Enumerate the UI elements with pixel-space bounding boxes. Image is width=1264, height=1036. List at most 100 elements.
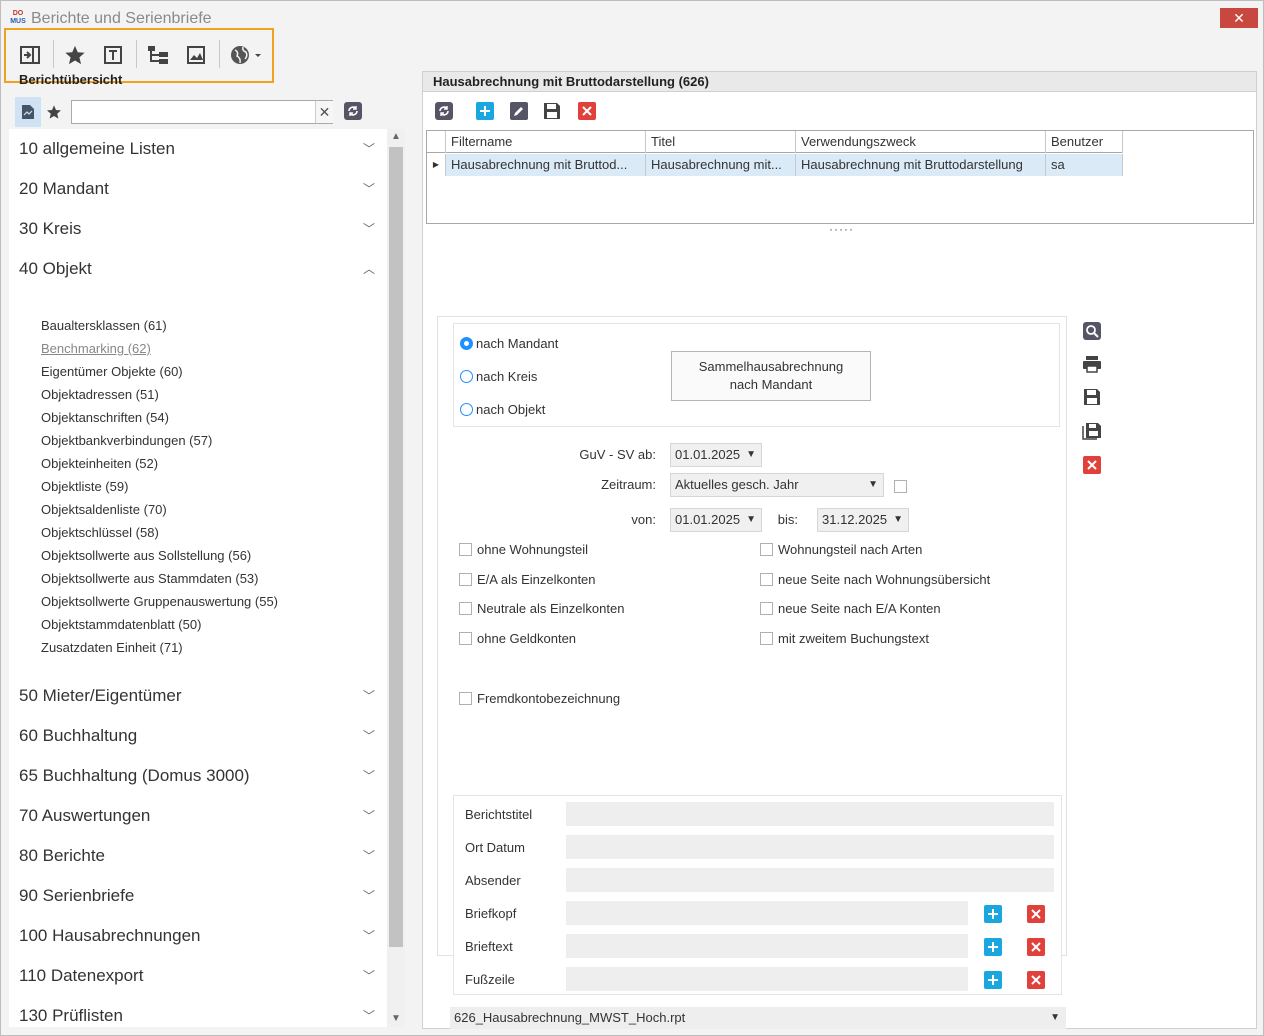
panel-splitter[interactable]: ····· (829, 222, 854, 236)
tree-report-item[interactable]: Objektstammdatenblatt (50) (41, 613, 201, 636)
tree-report-item[interactable]: Eigentümer Objekte (60) (41, 360, 183, 383)
tree-report-item[interactable]: Objektanschriften (54) (41, 406, 169, 429)
radio-icon[interactable] (460, 369, 473, 383)
brieftext-field[interactable] (566, 934, 968, 958)
tree-category[interactable]: 130 Prüflisten ﹀ (19, 996, 379, 1027)
preview-search-icon[interactable] (1081, 320, 1103, 342)
checkbox-ohne-geldkonten[interactable]: ohne Geldkonten (459, 629, 576, 647)
search-clear-icon[interactable]: ✕ (315, 101, 333, 123)
radio-nach-kreis[interactable]: nach Kreis (460, 366, 537, 386)
tree-report-item[interactable]: Baualtersklassen (61) (41, 314, 167, 337)
favorites-tab-icon[interactable] (41, 97, 67, 127)
panel-toggle-icon[interactable] (17, 42, 43, 68)
checkbox-fremdkonto[interactable]: Fremdkontobezeichnung (459, 689, 620, 707)
scroll-thumb[interactable] (389, 147, 403, 947)
tree-report-item[interactable]: Objektbankverbindungen (57) (41, 429, 212, 452)
grid-column-header[interactable]: Titel (646, 131, 796, 153)
favorite-star-icon[interactable] (62, 42, 88, 68)
tree-report-item[interactable]: Objektsollwerte aus Stammdaten (53) (41, 567, 258, 590)
tree-structure-icon[interactable] (145, 42, 171, 68)
tree-category[interactable]: 90 Serienbriefe ﹀ (19, 876, 379, 916)
tree-report-item[interactable]: Zusatzdaten Einheit (71) (41, 636, 183, 659)
tree-report-item[interactable]: Objektsollwerte aus Sollstellung (56) (41, 544, 251, 567)
delete-icon[interactable] (1081, 454, 1103, 476)
sammelhausabrechnung-button[interactable]: Sammelhausabrechnung nach Mandant (671, 351, 871, 401)
checkbox-zweiter-buchungstext[interactable]: mit zweitem Buchungstext (760, 629, 929, 647)
chevron-down-icon[interactable]: ﹀ (359, 129, 379, 169)
checkbox-neutrale-einzelkonten[interactable]: Neutrale als Einzelkonten (459, 599, 624, 617)
add-filter-icon[interactable] (474, 100, 496, 122)
tree-category[interactable]: 20 Mandant ﹀ (19, 169, 379, 209)
tree-category[interactable]: 10 allgemeine Listen ﹀ (19, 129, 379, 169)
chevron-down-icon[interactable]: ﹀ (359, 676, 379, 716)
grid-column-header[interactable]: Verwendungszweck (796, 131, 1046, 153)
grid-cell[interactable]: Hausabrechnung mit Bruttodarstellung (796, 154, 1046, 176)
tree-category[interactable]: 80 Berichte ﹀ (19, 836, 379, 876)
guv-date-select[interactable]: 01.01.2025 ▼ (670, 443, 762, 467)
delete-briefkopf-icon[interactable] (1027, 905, 1045, 923)
tree-category[interactable]: 65 Buchhaltung (Domus 3000) ﹀ (19, 756, 379, 796)
globe-menu-icon[interactable] (228, 42, 264, 68)
checkbox-wohnungsteil-arten[interactable]: Wohnungsteil nach Arten (760, 540, 922, 558)
chevron-down-icon[interactable]: ﹀ (359, 756, 379, 796)
chevron-down-icon[interactable]: ﹀ (359, 169, 379, 209)
checkbox-ea-einzelkonten[interactable]: E/A als Einzelkonten (459, 570, 596, 588)
grid-cell[interactable]: Hausabrechnung mit... (646, 154, 796, 176)
radio-icon[interactable] (460, 402, 473, 416)
tree-report-item[interactable]: Benchmarking (62) (41, 337, 151, 360)
chevron-up-icon[interactable]: ︿ (359, 249, 379, 289)
text-template-icon[interactable] (100, 42, 126, 68)
radio-selected-icon[interactable] (460, 336, 473, 350)
tree-scrollbar[interactable]: ▲ ▼ (387, 129, 405, 1027)
tree-category[interactable]: 60 Buchhaltung ﹀ (19, 716, 379, 756)
tree-category[interactable]: 30 Kreis ﹀ (19, 209, 379, 249)
chevron-down-icon[interactable]: ﹀ (359, 209, 379, 249)
chevron-down-icon[interactable]: ﹀ (359, 956, 379, 996)
refresh-icon[interactable] (344, 102, 362, 123)
chevron-down-icon[interactable]: ﹀ (359, 916, 379, 956)
add-fusszeile-icon[interactable] (984, 971, 1002, 989)
chevron-down-icon[interactable]: ﹀ (359, 876, 379, 916)
tree-report-item[interactable]: Objektsollwerte Gruppenauswertung (55) (41, 590, 278, 613)
report-image-icon[interactable] (183, 42, 209, 68)
chevron-down-icon[interactable]: ﹀ (359, 796, 379, 836)
edit-filter-icon[interactable] (508, 100, 530, 122)
checkbox-neue-seite-ea[interactable]: neue Seite nach E/A Konten (760, 599, 941, 617)
chevron-down-icon[interactable]: ﹀ (359, 996, 379, 1027)
tree-category[interactable]: 100 Hausabrechnungen ﹀ (19, 916, 379, 956)
tree-category[interactable]: 40 Objekt ︿ (19, 249, 379, 289)
scroll-up-icon[interactable]: ▲ (387, 129, 405, 145)
zeitraum-select[interactable]: Aktuelles gesch. Jahr ▼ (670, 473, 884, 497)
grid-cell[interactable]: sa (1046, 154, 1123, 176)
grid-cell[interactable]: Hausabrechnung mit Bruttod... (446, 154, 646, 176)
report-file-select[interactable]: 626_Hausabrechnung_MWST_Hoch.rpt ▼ (450, 1007, 1066, 1029)
grid-column-header[interactable]: Filtername (446, 131, 646, 153)
refresh-filter-icon[interactable] (433, 100, 455, 122)
berichtstitel-field[interactable] (566, 802, 1054, 826)
zeitraum-checkbox[interactable] (894, 480, 907, 493)
radio-nach-mandant[interactable]: nach Mandant (460, 333, 558, 353)
delete-brieftext-icon[interactable] (1027, 938, 1045, 956)
chevron-down-icon[interactable]: ﹀ (359, 836, 379, 876)
save-all-icon[interactable] (1081, 419, 1103, 441)
absender-field[interactable] (566, 868, 1054, 892)
report-search-input[interactable] (71, 100, 333, 124)
save-icon[interactable] (1081, 386, 1103, 408)
chevron-down-icon[interactable]: ﹀ (359, 716, 379, 756)
tree-category[interactable]: 50 Mieter/Eigentümer ﹀ (19, 676, 379, 716)
save-filter-icon[interactable] (541, 100, 563, 122)
print-icon[interactable] (1081, 353, 1103, 375)
bis-date-select[interactable]: 31.12.2025 ▼ (817, 508, 909, 532)
grid-column-header[interactable]: Benutzer (1046, 131, 1123, 153)
table-row[interactable]: ▶ Hausabrechnung mit Bruttod... Hausabre… (427, 154, 1123, 176)
close-button[interactable]: ✕ (1220, 8, 1258, 28)
add-brieftext-icon[interactable] (984, 938, 1002, 956)
checkbox-neue-seite-wohnung[interactable]: neue Seite nach Wohnungsübersicht (760, 570, 990, 588)
tree-report-item[interactable]: Objektsaldenliste (70) (41, 498, 167, 521)
von-date-select[interactable]: 01.01.2025 ▼ (670, 508, 762, 532)
fusszeile-field[interactable] (566, 967, 968, 991)
delete-filter-icon[interactable] (576, 100, 598, 122)
add-briefkopf-icon[interactable] (984, 905, 1002, 923)
radio-nach-objekt[interactable]: nach Objekt (460, 399, 545, 419)
report-list-tab-icon[interactable] (15, 97, 41, 127)
